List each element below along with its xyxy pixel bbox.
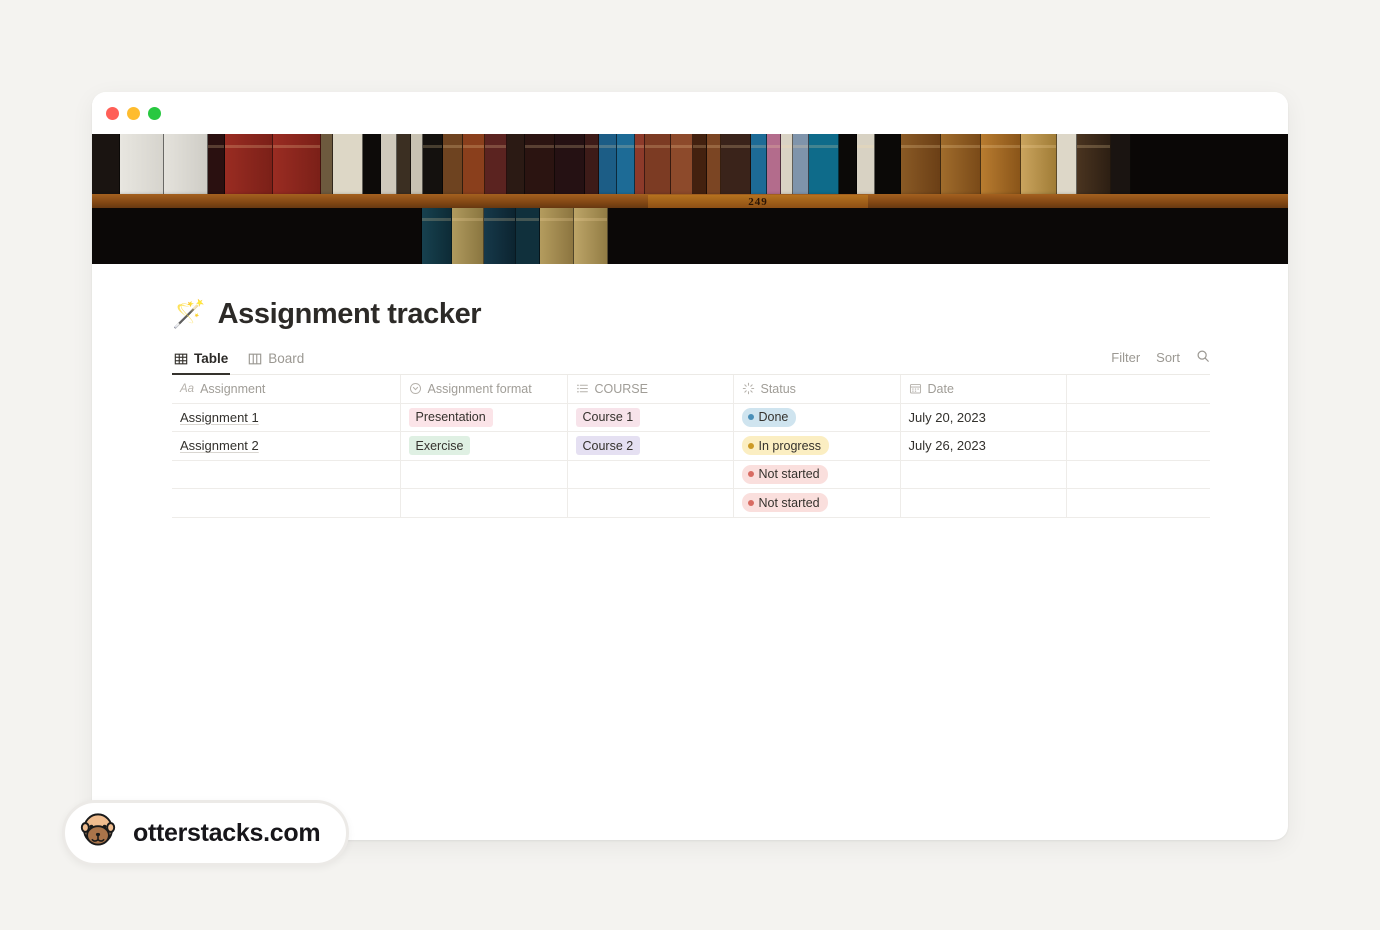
shelf-number-label: 249: [648, 195, 868, 209]
cell-status[interactable]: Not started: [733, 488, 901, 518]
table-row[interactable]: Not started: [172, 460, 1210, 489]
assignment-title-link[interactable]: Assignment 1: [180, 410, 259, 425]
table-row[interactable]: Not started: [172, 488, 1210, 518]
cell-course[interactable]: [567, 488, 734, 518]
maximize-window-button[interactable]: [148, 106, 161, 120]
table-row[interactable]: Assignment 2 Exercise Course 2 In progre…: [172, 431, 1210, 461]
page-title[interactable]: Assignment tracker: [218, 298, 482, 331]
status-badge: Not started: [741, 464, 828, 484]
cell-date[interactable]: [900, 488, 1067, 518]
tab-board-label: Board: [268, 351, 305, 366]
status-label: In progress: [758, 438, 822, 453]
table-body: Assignment 1 Presentation Course 1 Done: [172, 403, 1210, 518]
cell-course[interactable]: [567, 460, 734, 489]
page-content: 🪄 Assignment tracker Table Board Filter …: [92, 264, 1288, 518]
column-label-assignment: Assignment: [200, 381, 266, 396]
view-actions: Filter Sort: [1111, 349, 1210, 374]
page-cover-image[interactable]: 249: [92, 134, 1288, 264]
cell-assignment-format[interactable]: [400, 488, 568, 518]
date-value: July 26, 2023: [908, 438, 986, 454]
watermark-text: otterstacks.com: [133, 818, 321, 847]
title-text-icon: Aa: [180, 382, 195, 395]
view-tabs: Table Board: [172, 351, 306, 375]
calendar-icon: [909, 382, 922, 395]
status-dot-icon: [747, 499, 754, 506]
filter-button[interactable]: Filter: [1111, 350, 1140, 365]
status-icon: [742, 382, 755, 395]
assignment-title-link[interactable]: Assignment 2: [180, 438, 259, 453]
status-badge: In progress: [741, 436, 830, 456]
date-value: July 20, 2023: [908, 409, 986, 425]
minimize-window-button[interactable]: [127, 106, 140, 120]
column-label-course: COURSE: [594, 381, 648, 396]
cell-date[interactable]: July 20, 2023: [900, 403, 1067, 432]
status-badge: Not started: [741, 493, 828, 513]
tab-table-label: Table: [194, 351, 229, 366]
assignment-table: Aa Assignment Assignment format COURSE S…: [172, 375, 1210, 518]
cell-empty[interactable]: [1066, 488, 1210, 518]
column-header-assignment-format[interactable]: Assignment format: [400, 375, 568, 404]
column-label-status: Status: [760, 381, 796, 396]
column-header-assignment[interactable]: Aa Assignment: [172, 375, 401, 404]
status-label: Not started: [758, 467, 820, 482]
app-window: 249 🪄 Assignment tracker Table Board Fil…: [92, 92, 1288, 840]
table-row[interactable]: Assignment 1 Presentation Course 1 Done: [172, 403, 1210, 432]
page-title-row: 🪄 Assignment tracker: [172, 298, 1288, 331]
column-header-status[interactable]: Status: [733, 375, 901, 404]
cell-status[interactable]: Done: [733, 403, 901, 432]
status-dot-icon: [747, 442, 754, 449]
select-icon: [409, 382, 422, 395]
status-label: Done: [758, 410, 789, 425]
cell-empty[interactable]: [1066, 403, 1210, 432]
cell-assignment-format[interactable]: [400, 460, 568, 489]
tab-board[interactable]: Board: [246, 351, 306, 374]
magic-wand-icon[interactable]: 🪄: [172, 301, 206, 328]
course-tag: Course 1: [575, 407, 641, 427]
column-label-assignment-format: Assignment format: [427, 381, 532, 396]
status-label: Not started: [758, 495, 820, 510]
cell-assignment-format[interactable]: Exercise: [400, 431, 568, 461]
search-icon[interactable]: [1196, 349, 1210, 366]
format-tag: Exercise: [408, 436, 471, 456]
table-icon: [174, 352, 188, 366]
cell-assignment[interactable]: Assignment 2: [172, 431, 401, 461]
cell-empty[interactable]: [1066, 460, 1210, 489]
status-dot-icon: [747, 471, 754, 478]
sort-button[interactable]: Sort: [1156, 350, 1180, 365]
tab-table[interactable]: Table: [172, 351, 231, 375]
cell-assignment[interactable]: [172, 488, 401, 518]
cover-books-top-shelf: [92, 134, 1288, 194]
multi-select-icon: [576, 382, 589, 395]
format-tag: Presentation: [408, 407, 493, 427]
status-badge: Done: [741, 407, 797, 427]
watermark-badge[interactable]: otterstacks.com: [62, 800, 350, 866]
cell-assignment[interactable]: Assignment 1: [172, 403, 401, 432]
cell-empty[interactable]: [1066, 431, 1210, 461]
cell-date[interactable]: [900, 460, 1067, 489]
column-header-date[interactable]: Date: [900, 375, 1067, 404]
cell-assignment-format[interactable]: Presentation: [400, 403, 568, 432]
otter-logo-icon: [77, 810, 119, 857]
column-label-date: Date: [927, 381, 954, 396]
table-header-row: Aa Assignment Assignment format COURSE S…: [172, 375, 1210, 404]
course-tag: Course 2: [575, 436, 641, 456]
cell-assignment[interactable]: [172, 460, 401, 489]
cell-status[interactable]: In progress: [733, 431, 901, 461]
close-window-button[interactable]: [106, 106, 119, 120]
view-tabs-bar: Table Board Filter Sort: [172, 349, 1210, 375]
column-header-course[interactable]: COURSE: [567, 375, 734, 404]
cover-books-bottom-shelf: [92, 208, 1288, 264]
cell-date[interactable]: July 26, 2023: [900, 431, 1067, 461]
column-header-add[interactable]: [1066, 375, 1210, 404]
cell-course[interactable]: Course 1: [567, 403, 734, 432]
cell-status[interactable]: Not started: [733, 460, 901, 489]
board-icon: [248, 352, 262, 366]
window-titlebar: [92, 92, 1288, 134]
cell-course[interactable]: Course 2: [567, 431, 734, 461]
status-dot-icon: [747, 414, 754, 421]
